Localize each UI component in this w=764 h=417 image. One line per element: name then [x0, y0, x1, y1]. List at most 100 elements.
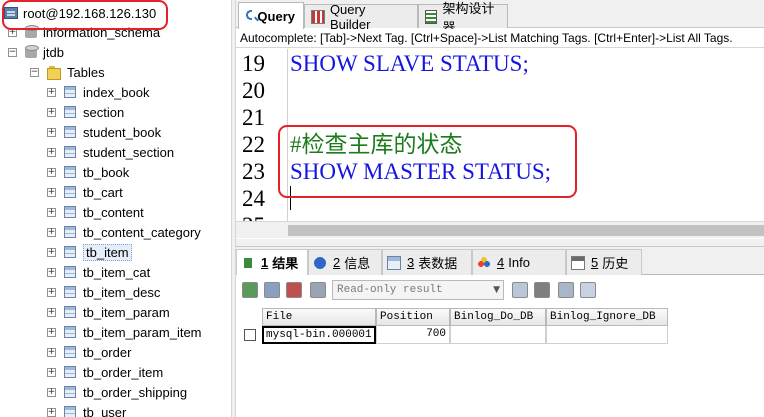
- table-icon: [64, 286, 76, 298]
- expand-icon[interactable]: +: [47, 167, 56, 177]
- expand-icon[interactable]: +: [47, 287, 56, 297]
- tree-label: information_schema: [43, 24, 161, 40]
- info-icon: [313, 255, 327, 270]
- line-number: 24: [242, 186, 265, 211]
- result-tab[interactable]: 5 历史: [566, 249, 642, 275]
- column-header[interactable]: Position: [376, 308, 450, 326]
- table-icon: [64, 366, 76, 378]
- tree-node-table[interactable]: + student_section: [47, 142, 174, 162]
- add-row-icon[interactable]: [242, 282, 258, 298]
- autocomplete-hint: Autocomplete: [Tab]->Next Tag. [Ctrl+Spa…: [236, 29, 764, 48]
- form-view-icon[interactable]: [558, 282, 574, 298]
- tab-label: Query Builder: [329, 1, 371, 32]
- table-cell[interactable]: [450, 326, 546, 344]
- server-icon: [4, 7, 18, 19]
- tree-label: tb_user: [83, 404, 127, 417]
- scrollbar-thumb[interactable]: [288, 225, 764, 236]
- result-tab[interactable]: 1 结果: [236, 249, 308, 275]
- result-tab[interactable]: 2 信息: [308, 249, 382, 275]
- tree-node-table[interactable]: + tb_item_param: [47, 302, 170, 322]
- column-header[interactable]: File: [262, 308, 376, 326]
- tree-node-table[interactable]: + tb_user: [47, 402, 126, 417]
- tree-node-table[interactable]: + tb_item_cat: [47, 262, 150, 282]
- expand-icon[interactable]: +: [47, 127, 56, 137]
- expand-icon[interactable]: +: [47, 387, 56, 397]
- code-statement: SHOW MASTER STATUS;: [290, 159, 551, 184]
- tab-query[interactable]: Query: [238, 2, 304, 29]
- tree-node-table[interactable]: + tb_item: [47, 242, 132, 262]
- connection-node[interactable]: root@192.168.126.130: [4, 3, 156, 23]
- tree-label: tb_item_param_item: [83, 324, 202, 340]
- expand-icon[interactable]: +: [47, 367, 56, 377]
- tree-label: tb_order_item: [83, 364, 164, 380]
- expand-icon[interactable]: +: [8, 27, 17, 37]
- query-builder-icon: [311, 9, 325, 24]
- tree-node-table[interactable]: + tb_order_shipping: [47, 382, 187, 402]
- expand-icon[interactable]: +: [47, 347, 56, 357]
- tree-node-table[interactable]: + tb_book: [47, 162, 129, 182]
- expand-icon[interactable]: +: [47, 147, 56, 157]
- table-icon: [64, 406, 76, 417]
- expand-icon[interactable]: +: [47, 87, 56, 97]
- tree-node-jtdb[interactable]: − jtdb: [8, 42, 64, 62]
- column-header[interactable]: Binlog_Ignore_DB: [546, 308, 668, 326]
- expand-icon[interactable]: +: [47, 227, 56, 237]
- tree-node-table[interactable]: + student_book: [47, 122, 161, 142]
- expand-icon[interactable]: +: [47, 247, 56, 257]
- expand-icon[interactable]: +: [47, 267, 56, 277]
- tab-number: 3: [407, 255, 415, 270]
- tree-label: Tables: [67, 64, 105, 80]
- tree-label: tb_order: [83, 344, 132, 360]
- tree-node-table[interactable]: + tb_item_param_item: [47, 322, 202, 342]
- tree-node-table[interactable]: + tb_order: [47, 342, 131, 362]
- expand-icon[interactable]: +: [47, 107, 56, 117]
- table-icon: [64, 126, 76, 138]
- collapse-icon[interactable]: −: [8, 47, 17, 57]
- export-icon[interactable]: [512, 282, 528, 298]
- table-cell[interactable]: 700: [376, 326, 450, 344]
- tree-node-table[interactable]: + section: [47, 102, 124, 122]
- table-cell[interactable]: [546, 326, 668, 344]
- delete-row-icon[interactable]: [310, 282, 326, 298]
- tree-node-table[interactable]: + tb_content: [47, 202, 144, 222]
- tree-label: tb_cart: [83, 184, 123, 200]
- column-header[interactable]: Binlog_Do_DB: [450, 308, 546, 326]
- tab-query-builder[interactable]: Query Builder: [304, 2, 418, 32]
- tree-node-information-schema[interactable]: + information_schema: [8, 22, 160, 42]
- table-cell[interactable]: mysql-bin.000001: [262, 326, 376, 344]
- duplicate-row-icon[interactable]: [264, 282, 280, 298]
- table-icon: [64, 186, 76, 198]
- expand-icon[interactable]: +: [47, 187, 56, 197]
- expand-icon[interactable]: +: [47, 307, 56, 317]
- table-data-icon: [387, 255, 401, 270]
- row-checkbox[interactable]: [244, 329, 256, 341]
- tab-label: 表数据: [418, 256, 458, 271]
- table-icon: [64, 106, 76, 118]
- text-view-icon[interactable]: [580, 282, 596, 298]
- collapse-icon[interactable]: −: [30, 67, 39, 77]
- tree-node-table[interactable]: + tb_cart: [47, 182, 123, 202]
- code-statement: SHOW SLAVE STATUS;: [290, 51, 529, 76]
- tree-node-table[interactable]: + tb_content_category: [47, 222, 201, 242]
- result-tab[interactable]: 4 Info: [472, 249, 566, 275]
- history-icon: [571, 255, 585, 270]
- result-tab[interactable]: 3 表数据: [382, 249, 472, 275]
- tab-number: 1: [261, 255, 269, 270]
- tree-node-tables-folder[interactable]: − Tables: [30, 62, 105, 82]
- line-number-gutter: 192021222324 25: [236, 49, 288, 221]
- result-mode-select[interactable]: Read-only result ▼: [332, 280, 504, 300]
- expand-icon[interactable]: +: [47, 207, 56, 217]
- tab-label: 历史: [602, 256, 629, 271]
- result-splitter[interactable]: [236, 239, 764, 247]
- table-icon: [64, 386, 76, 398]
- expand-icon[interactable]: +: [47, 327, 56, 337]
- editor-horizontal-scrollbar[interactable]: [236, 221, 764, 238]
- tree-node-table[interactable]: + index_book: [47, 82, 150, 102]
- tree-node-table[interactable]: + tb_item_desc: [47, 282, 160, 302]
- sql-editor[interactable]: 192021222324 25 SHOW SLAVE STATUS; #检查主库的状…: [236, 49, 764, 221]
- expand-icon[interactable]: +: [47, 407, 56, 417]
- copy-icon[interactable]: [534, 282, 550, 298]
- tree-node-table[interactable]: + tb_order_item: [47, 362, 163, 382]
- tab-schema-designer[interactable]: 架构设计器: [418, 1, 508, 35]
- save-changes-icon[interactable]: [286, 282, 302, 298]
